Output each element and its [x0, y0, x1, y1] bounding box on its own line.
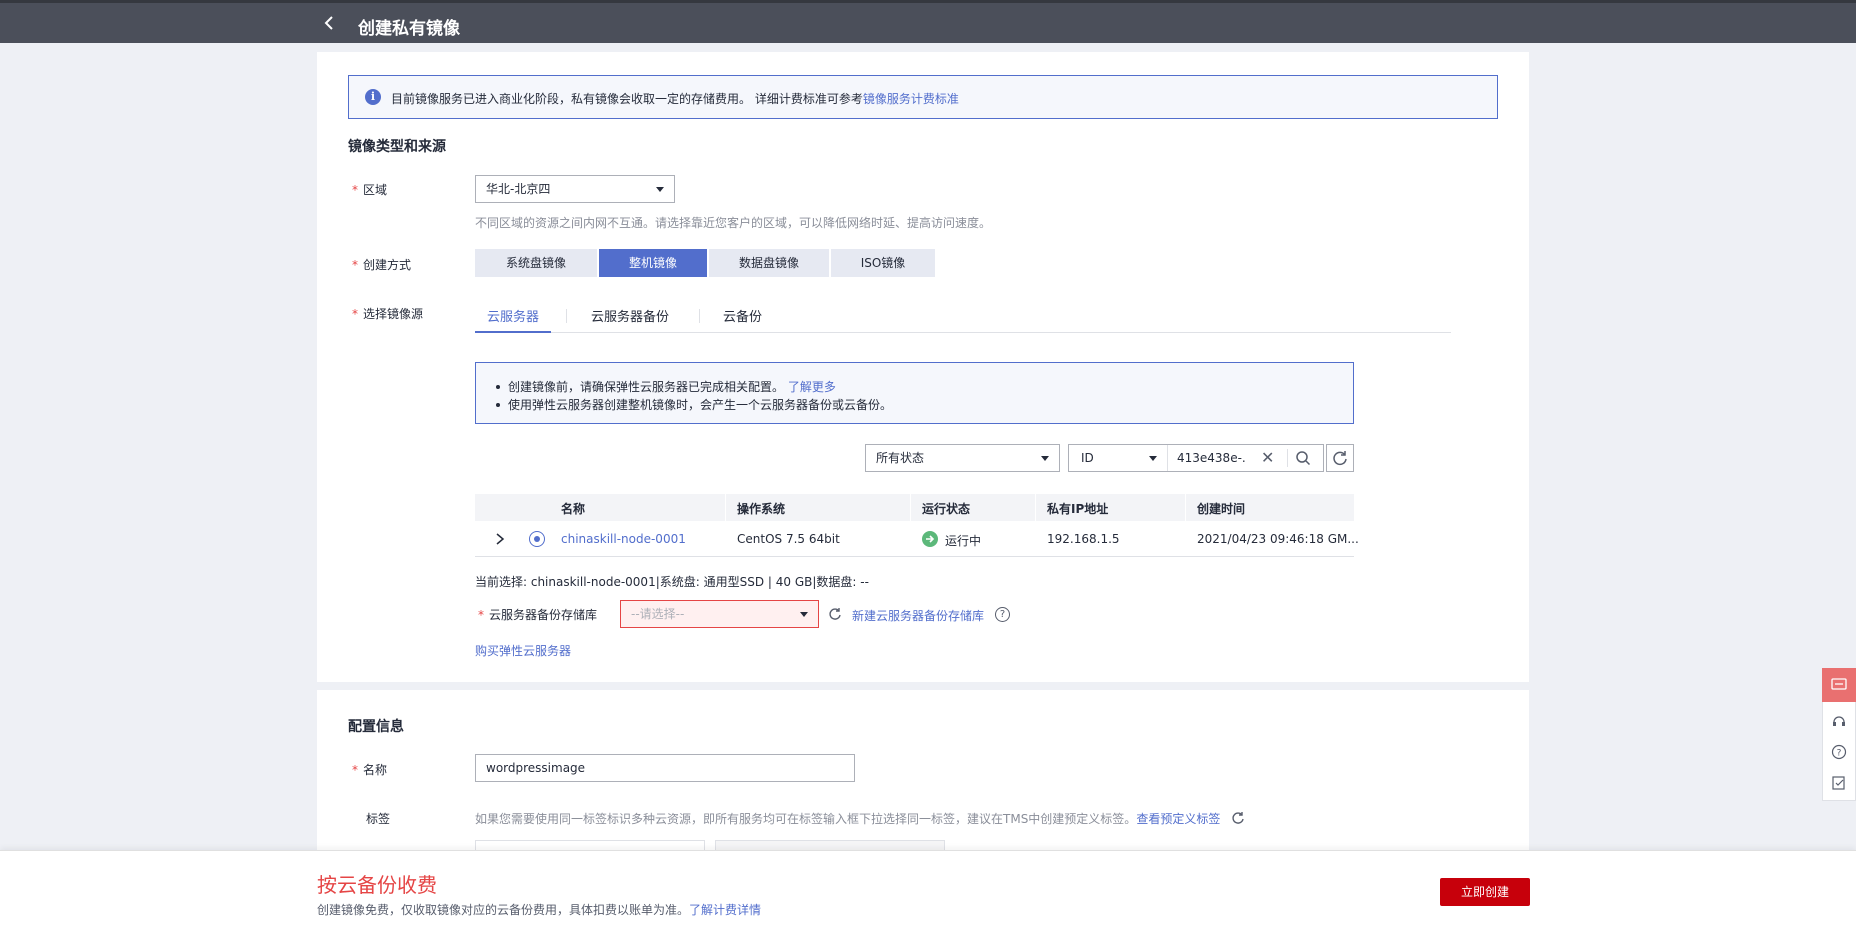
column-header-status: 运行状态	[922, 502, 971, 516]
chevron-down-icon	[800, 612, 808, 617]
tab-cloud-server-backup[interactable]: 云服务器备份	[579, 306, 681, 333]
billing-alert: i 目前镜像服务已进入商业化阶段，私有镜像会收取一定的存储费用。 详细计费标准可…	[348, 75, 1498, 119]
billing-standard-link[interactable]: 镜像服务计费标准	[863, 92, 959, 106]
region-select[interactable]: 华北-北京四	[475, 175, 675, 203]
column-header-name: 名称	[561, 502, 586, 516]
price-note: 创建镜像免费，仅收取镜像对应的云备份费用，具体扣费以账单为准。了解计费详情	[317, 903, 762, 917]
headset-icon[interactable]	[1831, 713, 1847, 729]
backup-repo-select[interactable]: --请选择--	[620, 600, 819, 628]
status-filter-select[interactable]: 所有状态	[865, 444, 1060, 472]
required-mark: *	[478, 608, 484, 622]
divider	[1167, 445, 1168, 471]
server-table: 名称 操作系统 运行状态 私有IP地址 创建时间 chinaskill-node…	[475, 494, 1359, 557]
refresh-icon[interactable]	[828, 607, 842, 621]
region-hint: 不同区域的资源之间内网不互通。请选择靠近您客户的区域，可以降低网络时延、提高访问…	[475, 216, 992, 230]
chat-button[interactable]	[1822, 668, 1856, 702]
new-backup-repo-link[interactable]: 新建云服务器备份存储库	[852, 607, 984, 624]
image-name-input[interactable]: wordpressimage	[475, 754, 855, 782]
backup-repo-label: * 云服务器备份存储库	[478, 608, 598, 622]
top-bar: 创建私有镜像	[0, 0, 1856, 43]
option-data-disk-image[interactable]: 数据盘镜像	[709, 249, 829, 277]
predefined-tags-link[interactable]: 查看预定义标签	[1136, 812, 1220, 826]
search-input[interactable]: 413e438e-...	[1177, 451, 1247, 465]
column-divider	[1185, 494, 1186, 521]
footer-bar: 按云备份收费 创建镜像免费，仅收取镜像对应的云备份费用，具体扣费以账单为准。了解…	[0, 850, 1856, 929]
learn-more-link[interactable]: 了解更多	[788, 380, 836, 394]
image-source-tabs: 云服务器 云服务器备份 云备份	[475, 300, 1451, 333]
tab-cloud-server[interactable]: 云服务器	[475, 306, 552, 333]
buy-ecs-link[interactable]: 购买弹性云服务器	[475, 642, 571, 659]
image-source-label: * 选择镜像源	[352, 307, 424, 321]
column-header-ip: 私有IP地址	[1047, 502, 1109, 516]
feedback-icon[interactable]	[1831, 775, 1847, 791]
tab-cloud-backup[interactable]: 云备份	[711, 306, 774, 333]
option-iso-image[interactable]: ISO镜像	[831, 249, 935, 277]
divider	[1287, 449, 1288, 467]
chat-icon	[1831, 678, 1847, 690]
section-title-config: 配置信息	[348, 719, 404, 735]
column-divider	[725, 494, 726, 521]
price-title: 按云备份收费	[317, 873, 437, 897]
region-label: * 区域	[352, 183, 388, 197]
clear-icon[interactable]: ✕	[1261, 448, 1274, 467]
info-icon: i	[365, 89, 381, 105]
column-header-os: 操作系统	[737, 502, 786, 516]
current-selection: 当前选择: chinaskill-node-0001|系统盘: 通用型SSD |…	[475, 575, 869, 589]
column-divider	[1035, 494, 1036, 521]
floating-help-panel: ?	[1822, 668, 1856, 801]
column-divider	[910, 494, 911, 521]
chevron-down-icon	[1149, 456, 1157, 461]
create-method-segmented: 系统盘镜像 整机镜像 数据盘镜像 ISO镜像	[475, 249, 937, 277]
notice-item: 创建镜像前，请确保弹性云服务器已完成相关配置。 了解更多	[495, 378, 892, 396]
create-method-label: * 创建方式	[352, 258, 412, 272]
server-ip: 192.168.1.5	[1047, 532, 1120, 546]
tab-divider	[566, 309, 567, 323]
chevron-down-icon	[1041, 456, 1049, 461]
tab-divider	[699, 309, 700, 323]
svg-text:?: ?	[1837, 749, 1842, 759]
back-arrow-icon[interactable]	[322, 15, 338, 31]
server-name-link[interactable]: chinaskill-node-0001	[561, 532, 686, 546]
name-label: * 名称	[352, 763, 388, 777]
refresh-button[interactable]	[1326, 444, 1354, 472]
page-title: 创建私有镜像	[358, 19, 460, 39]
required-mark: *	[352, 763, 358, 777]
server-os: CentOS 7.5 64bit	[737, 532, 840, 546]
tags-label: 标签	[366, 812, 391, 826]
tags-hint: 如果您需要使用同一标签标识多种云资源，即所有服务均可在标签输入框下拉选择同一标签…	[475, 812, 1221, 826]
row-radio[interactable]	[529, 531, 545, 547]
search-icon[interactable]	[1295, 450, 1311, 466]
search-field-select[interactable]: ID	[1081, 451, 1094, 465]
help-icon[interactable]: ?	[1831, 744, 1847, 760]
column-header-created: 创建时间	[1197, 502, 1246, 516]
section-title-image-type: 镜像类型和来源	[348, 139, 446, 155]
expand-chevron-icon[interactable]	[495, 533, 505, 545]
notice-item: 使用弹性云服务器创建整机镜像时，会产生一个云服务器备份或云备份。	[495, 398, 893, 412]
table-row[interactable]: chinaskill-node-0001 CentOS 7.5 64bit 运行…	[475, 521, 1359, 557]
search-box: ID 413e438e-... ✕	[1068, 444, 1324, 472]
table-header: 名称 操作系统 运行状态 私有IP地址 创建时间	[475, 494, 1354, 521]
billing-alert-text: 目前镜像服务已进入商业化阶段，私有镜像会收取一定的存储费用。 详细计费标准可参考…	[391, 92, 959, 106]
server-created: 2021/04/23 09:46:18 GM...	[1197, 532, 1359, 546]
server-status: 运行中	[945, 534, 982, 548]
running-status-icon	[922, 531, 938, 547]
create-now-button[interactable]: 立即创建	[1440, 878, 1530, 906]
option-full-image[interactable]: 整机镜像	[599, 249, 707, 277]
billing-details-link[interactable]: 了解计费详情	[689, 903, 761, 917]
required-mark: *	[352, 307, 358, 321]
required-mark: *	[352, 258, 358, 272]
help-icon[interactable]: ?	[995, 607, 1010, 622]
refresh-icon	[1333, 451, 1347, 466]
refresh-icon[interactable]	[1231, 811, 1245, 825]
chevron-down-icon	[656, 187, 664, 192]
image-notice: 创建镜像前，请确保弹性云服务器已完成相关配置。 了解更多 使用弹性云服务器创建整…	[475, 362, 1354, 424]
required-mark: *	[352, 183, 358, 197]
option-system-disk-image[interactable]: 系统盘镜像	[475, 249, 597, 277]
